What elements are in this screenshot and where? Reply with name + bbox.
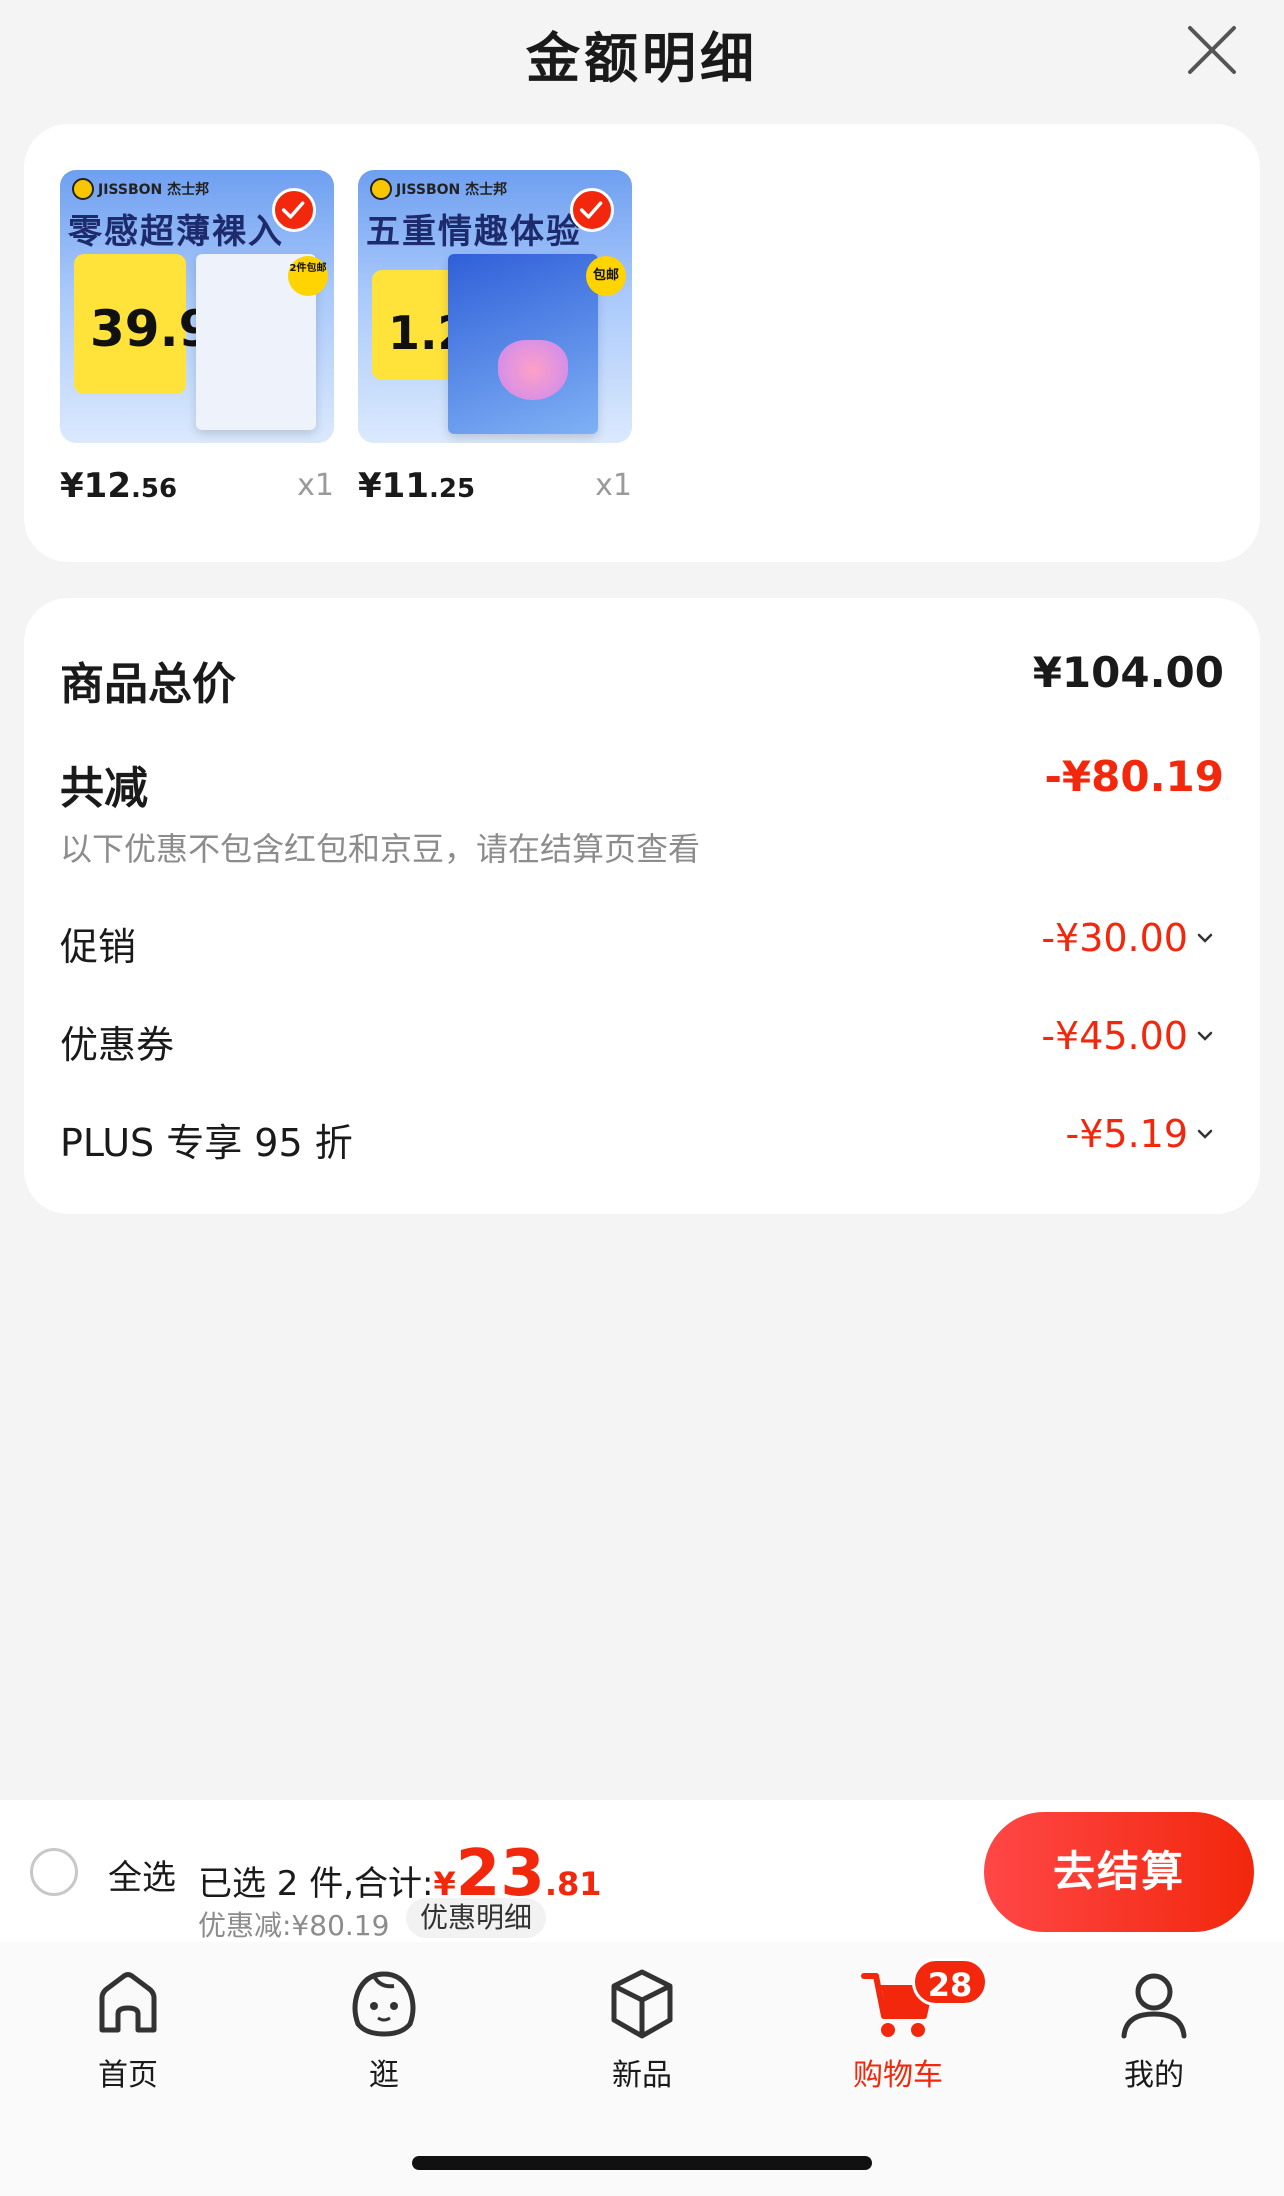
home-indicator [412, 2156, 872, 2170]
brand-logo: JISSBON 杰士邦 [370, 178, 507, 200]
product-card: JISSBON 杰士邦 零感超薄裸入 39.9 2件包邮 ¥12.56 x1 J… [24, 124, 1260, 562]
checkout-bar: 全选 已选 2 件,合计: ¥ 23 .81 优惠减:¥80.19 优惠明细 去… [0, 1800, 1284, 1942]
total-reduce-value: -¥80.19 [1044, 752, 1224, 801]
shipping-badge: 包邮 [586, 256, 626, 296]
heart-graphic [498, 340, 568, 400]
tab-home[interactable]: 首页 [48, 1964, 208, 2094]
tab-mine[interactable]: 我的 [1074, 1964, 1234, 2094]
chevron-down-icon [1197, 1129, 1213, 1139]
coupon-label: 优惠券 [60, 1023, 175, 1067]
tab-explore[interactable]: 逛 [304, 1964, 464, 2094]
price-summary-card: 商品总价 ¥104.00 共减 -¥80.19 以下优惠不包含红包和京豆，请在结… [24, 598, 1260, 1214]
product-price: ¥11.25 [358, 466, 476, 506]
promo-price: 39.9 [90, 300, 214, 358]
home-icon [99, 1972, 157, 2033]
select-all-radio[interactable] [30, 1848, 78, 1896]
product-qty: x1 [595, 468, 632, 503]
promotion-label: 促销 [60, 925, 137, 969]
face-icon [352, 1971, 416, 2037]
product-image[interactable]: JISSBON 杰士邦 五重情趣体验 1.2 包邮 [358, 170, 632, 443]
chevron-down-icon [1197, 1031, 1213, 1041]
sum-decimal: .81 [544, 1865, 602, 1903]
select-all-label[interactable]: 全选 [108, 1850, 176, 1899]
chevron-down-icon [1197, 933, 1213, 943]
promotion-value[interactable]: -¥30.00 [1041, 916, 1216, 960]
product-item[interactable]: JISSBON 杰士邦 五重情趣体验 1.2 包邮 ¥11.25 x1 [358, 170, 632, 506]
checkout-button[interactable]: 去结算 [984, 1812, 1254, 1932]
check-icon [272, 188, 316, 232]
page-title: 金额明细 [526, 27, 758, 90]
discount-note: 以下优惠不包含红包和京豆，请在结算页查看 [60, 830, 701, 868]
total-price-value: ¥104.00 [1032, 648, 1224, 697]
selected-summary: 已选 2 件,合计: ¥ 23 .81 [198, 1842, 602, 1906]
user-icon [1121, 1973, 1187, 2039]
tab-cart[interactable]: 购物车 28 [818, 1958, 988, 2094]
product-headline: 五重情趣体验 [366, 212, 582, 252]
brand-logo: JISSBON 杰士邦 [72, 178, 209, 200]
check-icon [570, 188, 614, 232]
plus-discount-value[interactable]: -¥5.19 [1066, 1112, 1217, 1156]
coupon-value[interactable]: -¥45.00 [1041, 1014, 1216, 1058]
product-qty: x1 [297, 468, 334, 503]
shipping-badge: 2件包邮 [288, 256, 328, 296]
product-price: ¥12.56 [60, 466, 178, 506]
total-price-label: 商品总价 [60, 659, 236, 710]
promo-box: 39.9 [74, 254, 213, 394]
discount-amount: 优惠减:¥80.19 [198, 1909, 390, 1942]
header: 金额明细 [0, 0, 1284, 110]
cube-icon [611, 1969, 673, 2039]
product-headline: 零感超薄裸入 [68, 212, 284, 252]
cart-count-badge: 28 [912, 1958, 988, 2006]
plus-discount-label: PLUS 专享 95 折 [60, 1121, 353, 1165]
total-reduce-label: 共减 [60, 763, 148, 814]
selected-text: 已选 2 件,合计: [198, 1864, 434, 1904]
sum-integer: 23 [455, 1837, 545, 1911]
tab-new[interactable]: 新品 [562, 1964, 722, 2094]
product-image[interactable]: JISSBON 杰士邦 零感超薄裸入 39.9 2件包邮 [60, 170, 334, 443]
product-item[interactable]: JISSBON 杰士邦 零感超薄裸入 39.9 2件包邮 ¥12.56 x1 [60, 170, 334, 506]
close-icon[interactable] [1184, 22, 1240, 78]
discount-detail-button[interactable]: 优惠明细 [406, 1898, 547, 1938]
